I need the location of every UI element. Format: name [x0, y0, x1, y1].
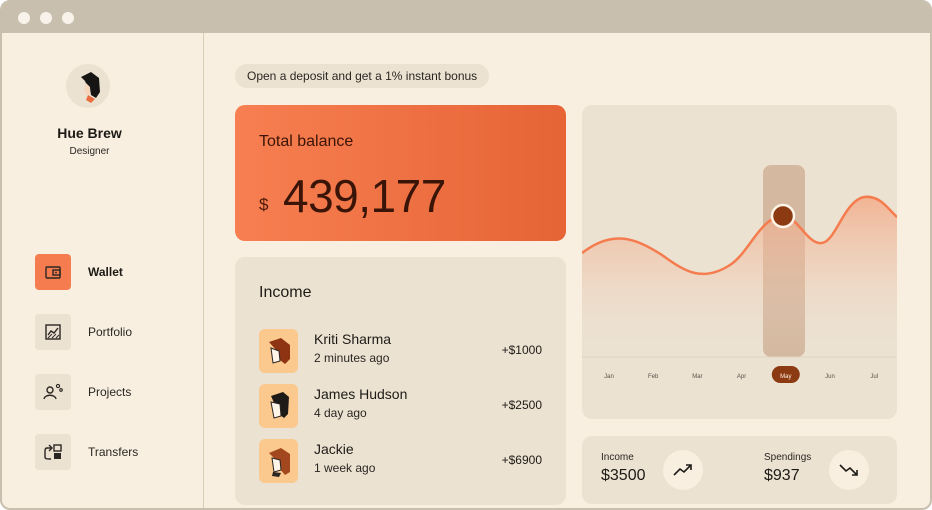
x-tick-label[interactable]: Feb: [648, 374, 659, 380]
x-tick-label[interactable]: Jan: [604, 374, 614, 380]
title-bar: [2, 2, 930, 33]
income-row-name: Jackie: [314, 441, 354, 457]
income-row-name: James Hudson: [314, 386, 408, 402]
user-avatar: [259, 439, 298, 483]
income-row-amount: +$1000: [501, 343, 542, 357]
income-stat-value: $3500: [601, 467, 646, 484]
balance-chart-card: Jan Feb Mar Apr May Jun Jul: [582, 105, 897, 419]
profile-role: Designer: [69, 146, 110, 157]
income-row-name: Kriti Sharma: [314, 331, 392, 347]
income-row-amount: +$2500: [501, 398, 542, 412]
window-maximize-dot[interactable]: [62, 12, 74, 24]
income-stat-label: Income: [601, 452, 634, 463]
income-row-time: 2 minutes ago: [314, 351, 390, 365]
portfolio-chart-icon: [35, 314, 71, 350]
balance-title: Total balance: [259, 133, 354, 150]
income-row[interactable]: James Hudson 4 day ago +$2500: [259, 384, 542, 428]
profile-avatar-illustration: [81, 72, 100, 103]
spendings-stat-label: Spendings: [764, 452, 812, 463]
sidebar: Hue Brew Designer Wallet Portfolio Proje…: [2, 33, 204, 508]
wallet-icon: [35, 254, 71, 290]
profile-name: Hue Brew: [57, 125, 122, 141]
area-fill: [582, 196, 897, 357]
x-tick-label[interactable]: Apr: [737, 374, 746, 380]
nav-item-portfolio[interactable]: Portfolio: [35, 314, 175, 350]
nav-item-wallet[interactable]: Wallet: [35, 254, 175, 290]
stats-card: Income $3500 Spendings $937: [582, 436, 897, 504]
spendings-stat-value: $937: [764, 467, 800, 484]
selected-point-marker[interactable]: [770, 203, 796, 229]
nav-item-projects[interactable]: Projects: [35, 374, 175, 410]
nav-label-wallet: Wallet: [88, 265, 123, 279]
balance-chart[interactable]: Jan Feb Mar Apr May Jun Jul: [582, 105, 897, 419]
balance-value: 439,177: [283, 170, 446, 222]
promo-banner[interactable]: Open a deposit and get a 1% instant bonu…: [235, 64, 490, 88]
nav-label-projects: Projects: [88, 385, 132, 399]
nav-item-transfers[interactable]: Transfers: [35, 434, 175, 470]
income-card: Income Kriti Sharma 2 minutes ago +$1000…: [235, 257, 566, 505]
x-tick-label[interactable]: Jul: [870, 374, 878, 380]
user-avatar: [259, 384, 298, 428]
income-row-amount: +$6900: [501, 453, 542, 467]
user-avatar: [259, 329, 298, 373]
transfers-icon: [35, 434, 71, 470]
x-tick-label[interactable]: May: [780, 374, 791, 380]
window-close-dot[interactable]: [18, 12, 30, 24]
income-row[interactable]: Kriti Sharma 2 minutes ago +$1000: [259, 329, 542, 373]
x-tick-label[interactable]: Jun: [825, 374, 835, 380]
nav-label-transfers: Transfers: [88, 445, 139, 459]
income-row[interactable]: Jackie 1 week ago +$6900: [259, 439, 542, 483]
trend-down-icon[interactable]: [829, 450, 869, 490]
app-window: Hue Brew Designer Wallet Portfolio Proje…: [0, 0, 932, 510]
window-minimize-dot[interactable]: [40, 12, 52, 24]
balance-currency: $: [259, 195, 269, 214]
x-tick-label[interactable]: Mar: [692, 374, 702, 380]
nav-label-portfolio: Portfolio: [88, 325, 133, 339]
income-title: Income: [259, 284, 312, 301]
profile-avatar[interactable]: [66, 64, 110, 108]
income-row-time: 4 day ago: [314, 406, 367, 420]
trend-up-icon[interactable]: [663, 450, 703, 490]
income-row-time: 1 week ago: [314, 461, 376, 475]
projects-people-icon: [35, 374, 71, 410]
total-balance-card: Total balance $ 439,177: [235, 105, 566, 241]
